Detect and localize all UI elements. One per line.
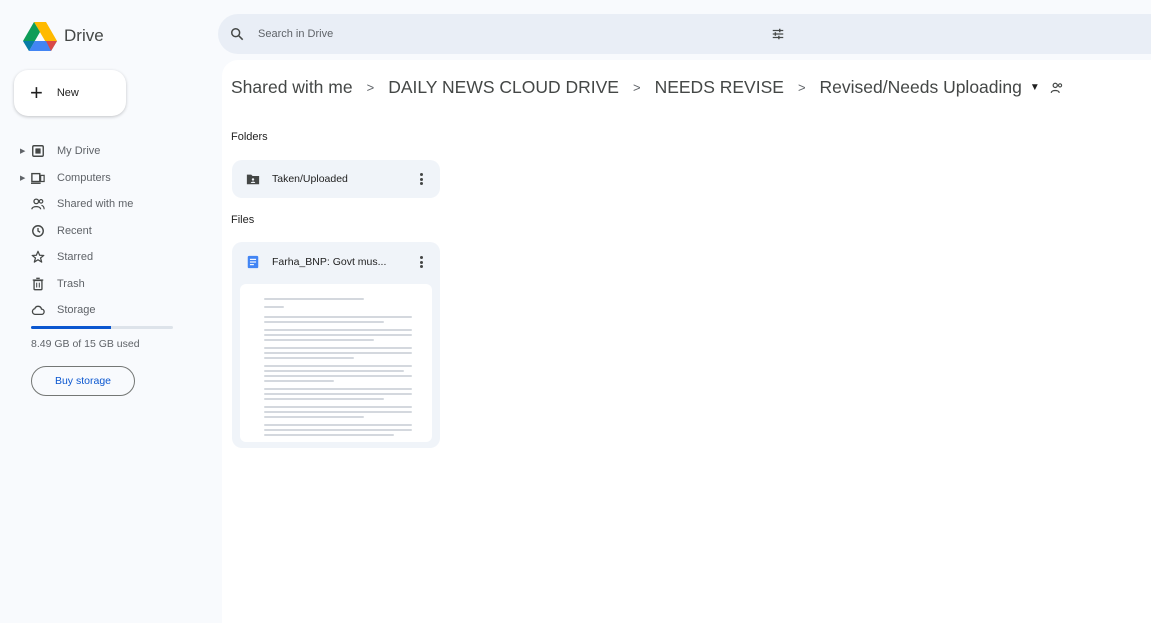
sidebar-item-label: Trash bbox=[57, 277, 85, 290]
sidebar-item-trash[interactable]: Trash bbox=[0, 271, 222, 298]
expand-arrow-icon[interactable]: ▶ bbox=[20, 147, 25, 155]
expand-arrow-icon[interactable]: ▶ bbox=[20, 174, 25, 182]
drive-logo[interactable]: Drive bbox=[22, 20, 104, 52]
file-card-header: Farha_BNP: Govt mus... bbox=[232, 242, 440, 282]
thumbnail-text-line bbox=[264, 334, 412, 336]
search-bar[interactable] bbox=[218, 14, 1151, 54]
folders-section-title: Folders bbox=[231, 131, 268, 143]
trash-icon bbox=[32, 277, 44, 291]
thumbnail-text-line bbox=[264, 393, 412, 395]
storage-used-text: 8.49 GB of 15 GB used bbox=[31, 338, 140, 350]
star-icon bbox=[31, 250, 45, 263]
app-title: Drive bbox=[64, 26, 104, 45]
sidebar-item-shared-with-me[interactable]: Shared with me bbox=[0, 191, 222, 218]
new-button[interactable]: + New bbox=[14, 70, 126, 116]
sidebar-item-starred[interactable]: Starred bbox=[0, 244, 222, 271]
sidebar: Drive + New ▶ My Drive ▶ Computers Share… bbox=[0, 0, 222, 623]
sidebar-nav: ▶ My Drive ▶ Computers Shared with me Re… bbox=[0, 138, 222, 324]
search-input[interactable] bbox=[258, 28, 558, 40]
sidebar-item-label: My Drive bbox=[57, 145, 101, 158]
chevron-right-icon: > bbox=[366, 80, 375, 95]
thumbnail-text-line bbox=[264, 316, 412, 318]
recent-icon bbox=[32, 224, 44, 237]
my-drive-icon bbox=[32, 145, 44, 158]
file-card[interactable]: Farha_BNP: Govt mus... bbox=[232, 242, 440, 448]
shared-folder-icon bbox=[246, 174, 260, 185]
thumbnail-text-line bbox=[264, 398, 384, 400]
caret-down-icon[interactable]: ▼ bbox=[1030, 82, 1040, 93]
chevron-right-icon: > bbox=[632, 80, 641, 95]
sidebar-item-label: Computers bbox=[57, 171, 111, 184]
thumbnail-text-line bbox=[264, 388, 412, 390]
thumbnail-text-line bbox=[264, 365, 412, 367]
thumbnail-text-line bbox=[264, 416, 364, 418]
breadcrumb-item[interactable]: Shared with me bbox=[231, 77, 353, 98]
search-icon[interactable] bbox=[230, 27, 244, 41]
drive-logo-icon bbox=[23, 22, 57, 51]
more-options-icon[interactable] bbox=[416, 171, 426, 187]
thumbnail-text-line bbox=[264, 406, 412, 408]
more-options-icon[interactable] bbox=[416, 254, 426, 270]
drive-app: Drive + New ▶ My Drive ▶ Computers Share… bbox=[0, 0, 1151, 623]
sidebar-item-label: Storage bbox=[57, 304, 96, 317]
breadcrumb-item[interactable]: NEEDS REVISE bbox=[655, 77, 784, 98]
storage-progress-bar bbox=[31, 326, 173, 329]
thumbnail-text-line bbox=[264, 380, 334, 382]
thumbnail-text-line bbox=[264, 329, 412, 331]
thumbnail-text-line bbox=[264, 424, 412, 426]
sidebar-item-label: Shared with me bbox=[57, 198, 134, 211]
thumbnail-text-line bbox=[264, 434, 394, 436]
chevron-right-icon: > bbox=[797, 80, 806, 95]
file-name: Farha_BNP: Govt mus... bbox=[272, 256, 387, 268]
sidebar-item-label: Recent bbox=[57, 224, 92, 237]
files-section-title: Files bbox=[231, 214, 255, 226]
folder-name: Taken/Uploaded bbox=[272, 173, 348, 185]
storage-progress-fill bbox=[31, 326, 112, 329]
thumbnail-text-line bbox=[264, 321, 384, 323]
breadcrumb-current[interactable]: Revised/Needs Uploading bbox=[820, 77, 1022, 98]
cloud-icon bbox=[31, 305, 45, 316]
sidebar-item-label: Starred bbox=[57, 251, 94, 264]
thumbnail-text-line bbox=[264, 306, 284, 308]
thumbnail-text-line bbox=[264, 429, 412, 431]
sidebar-item-computers[interactable]: ▶ Computers bbox=[0, 165, 222, 192]
plus-icon: + bbox=[30, 80, 43, 105]
search-options-icon[interactable] bbox=[771, 27, 785, 41]
thumbnail-text-line bbox=[264, 370, 404, 372]
thumbnail-text-line bbox=[264, 298, 364, 300]
google-docs-icon bbox=[247, 255, 259, 269]
thumbnail-text-line bbox=[264, 411, 412, 413]
sidebar-item-storage[interactable]: Storage bbox=[0, 297, 222, 324]
breadcrumb: Shared with me > DAILY NEWS CLOUD DRIVE … bbox=[231, 77, 1064, 98]
computers-icon bbox=[31, 172, 45, 184]
thumbnail-text-line bbox=[264, 347, 412, 349]
buy-storage-button[interactable]: Buy storage bbox=[31, 366, 135, 396]
shared-folder-icon bbox=[1050, 82, 1062, 93]
thumbnail-text-line bbox=[264, 352, 412, 354]
thumbnail-text-line bbox=[264, 339, 374, 341]
thumbnail-text-line bbox=[264, 357, 354, 359]
new-button-label: New bbox=[56, 87, 79, 99]
thumbnail-text-line bbox=[264, 375, 412, 377]
shared-with-me-icon bbox=[31, 198, 45, 210]
sidebar-item-recent[interactable]: Recent bbox=[0, 218, 222, 245]
breadcrumb-item[interactable]: DAILY NEWS CLOUD DRIVE bbox=[388, 77, 619, 98]
file-thumbnail[interactable] bbox=[240, 284, 432, 442]
sidebar-item-my-drive[interactable]: ▶ My Drive bbox=[0, 138, 222, 165]
folder-card[interactable]: Taken/Uploaded bbox=[232, 160, 440, 198]
